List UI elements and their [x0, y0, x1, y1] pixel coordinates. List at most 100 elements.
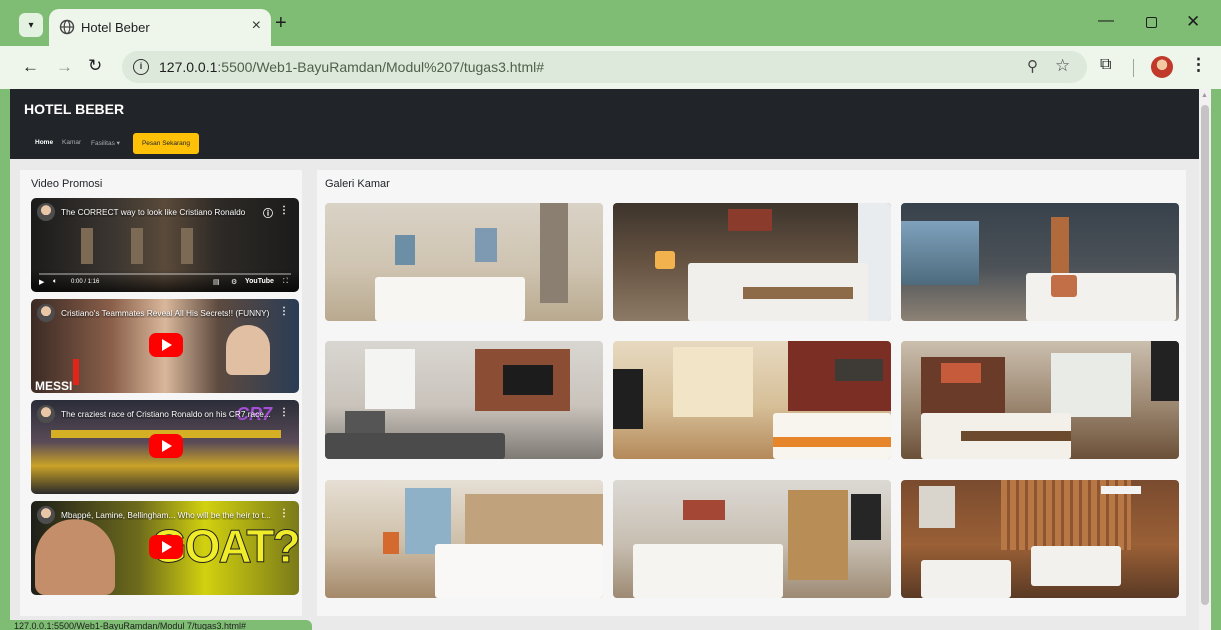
- browser-menu-icon[interactable]: ⋮: [1190, 55, 1207, 75]
- room-photo-6[interactable]: [901, 341, 1179, 459]
- thumbnail-overlay-text: MESSI: [35, 379, 73, 393]
- gallery-section-title: Galeri Kamar: [325, 178, 390, 190]
- video-more-icon[interactable]: ⋮: [279, 306, 289, 317]
- bed-runner-shape: [961, 431, 1071, 441]
- figure-shape: [81, 228, 93, 264]
- room-photo-8[interactable]: [613, 480, 891, 598]
- scroll-up-arrow-icon[interactable]: ▲: [1201, 92, 1208, 99]
- new-tab-icon[interactable]: +: [275, 12, 287, 35]
- page-viewport: HOTEL BEBER Home Kamar Fasilitas ▾ Pesan…: [10, 89, 1211, 630]
- player-controls: ▶ 🔈︎ 0:00 / 1:16 ▤ ⚙ YouTube ⛶: [31, 270, 299, 292]
- bookmark-star-icon[interactable]: ☆: [1055, 56, 1070, 76]
- video-title[interactable]: The craziest race of Cristiano Ronaldo o…: [61, 409, 275, 419]
- bed-shape: [633, 544, 783, 598]
- minimize-icon[interactable]: —: [1098, 12, 1114, 30]
- globe-icon: [59, 19, 75, 35]
- video-section-title: Video Promosi: [31, 178, 103, 190]
- window-close-icon[interactable]: ✕: [1186, 12, 1200, 32]
- volume-icon[interactable]: 🔈︎: [53, 278, 57, 286]
- pillow-shape: [1051, 275, 1077, 297]
- restore-icon[interactable]: [1146, 17, 1157, 28]
- ac-unit-shape: [1101, 486, 1141, 494]
- bed-shape: [921, 560, 1011, 598]
- red-arrow-shape: [73, 359, 79, 385]
- bed-shape: [435, 544, 603, 598]
- page-scrollbar[interactable]: ▲: [1199, 89, 1211, 630]
- active-tab[interactable]: Hotel Beber ×: [49, 9, 271, 46]
- order-now-button[interactable]: Pesan Sekarang: [133, 133, 199, 154]
- figure-shape: [181, 228, 193, 264]
- doorway-shape: [788, 490, 848, 580]
- room-photo-1[interactable]: [325, 203, 603, 321]
- artwork-shape: [835, 359, 883, 381]
- video-title[interactable]: The CORRECT way to look like Cristiano R…: [61, 207, 275, 217]
- lamp-shape: [655, 251, 675, 269]
- video-embed-2[interactable]: Cristiano's Teammates Reveal All His Sec…: [31, 299, 299, 393]
- window-shape: [673, 347, 753, 417]
- reload-icon[interactable]: ↻: [88, 56, 102, 76]
- room-photo-4[interactable]: [325, 341, 603, 459]
- video-time: 0:00 / 1:16: [71, 279, 100, 285]
- video-info-icon[interactable]: ⓘ: [263, 205, 273, 220]
- progress-track[interactable]: [39, 273, 291, 275]
- room-photo-2[interactable]: [613, 203, 891, 321]
- nav-link-home[interactable]: Home: [35, 139, 53, 146]
- extensions-icon[interactable]: ⧉: [1100, 56, 1111, 74]
- back-arrow-icon[interactable]: ←: [22, 57, 39, 77]
- artwork-shape: [919, 486, 955, 528]
- video-embed-3[interactable]: CR7 The craziest race of Cristiano Ronal…: [31, 400, 299, 494]
- video-embed-1[interactable]: The CORRECT way to look like Cristiano R…: [31, 198, 299, 292]
- youtube-play-button[interactable]: [149, 434, 183, 458]
- video-more-icon[interactable]: ⋮: [279, 407, 289, 418]
- tab-search-button[interactable]: ▾: [19, 13, 43, 37]
- bed-shape: [375, 277, 525, 321]
- video-more-icon[interactable]: ⋮: [279, 205, 289, 216]
- video-title[interactable]: Mbappé, Lamine, Bellingham... Who will b…: [61, 510, 275, 520]
- url-host: 127.0.0.1: [159, 59, 218, 75]
- bed-runner-shape: [773, 437, 891, 447]
- youtube-logo[interactable]: YouTube: [245, 278, 274, 285]
- artwork-shape: [728, 209, 772, 231]
- video-embed-4[interactable]: GOAT? Mbappé, Lamine, Bellingham... Who …: [31, 501, 299, 595]
- video-panel: Video Promosi The CORRECT way to look li…: [20, 170, 302, 616]
- settings-gear-icon[interactable]: ⚙: [231, 278, 237, 286]
- room-photo-5[interactable]: [613, 341, 891, 459]
- tv-shape: [851, 494, 881, 540]
- artwork-shape: [941, 363, 981, 383]
- channel-avatar[interactable]: [37, 203, 55, 221]
- room-photo-3[interactable]: [901, 203, 1179, 321]
- site-info-icon[interactable]: i: [133, 59, 149, 75]
- zoom-icon[interactable]: ⚲: [1027, 57, 1038, 75]
- url-text[interactable]: 127.0.0.1:5500/Web1-BayuRamdan/Modul%207…: [159, 59, 544, 75]
- face-shape: [35, 519, 115, 595]
- window-shape: [475, 228, 497, 262]
- tab-close-icon[interactable]: ×: [252, 17, 261, 35]
- profile-avatar[interactable]: [1151, 56, 1173, 78]
- room-photo-7[interactable]: [325, 480, 603, 598]
- nav-dropdown-fasilitas[interactable]: Fasilitas ▾: [91, 139, 120, 147]
- face-shape: [226, 325, 270, 375]
- channel-avatar[interactable]: [37, 405, 55, 423]
- bed-shape: [1026, 273, 1176, 321]
- forward-arrow-icon[interactable]: →: [56, 57, 73, 77]
- channel-avatar[interactable]: [37, 304, 55, 322]
- tv-shape: [503, 365, 553, 395]
- site-brand[interactable]: HOTEL BEBER: [24, 101, 124, 117]
- tv-shape: [1151, 341, 1179, 401]
- youtube-play-button[interactable]: [149, 333, 183, 357]
- bed-shape: [773, 413, 891, 459]
- video-title[interactable]: Cristiano's Teammates Reveal All His Sec…: [61, 308, 275, 318]
- video-more-icon[interactable]: ⋮: [279, 508, 289, 519]
- gallery-panel: Galeri Kamar: [317, 170, 1186, 616]
- captions-icon[interactable]: ▤: [213, 278, 220, 286]
- nav-link-kamar[interactable]: Kamar: [62, 139, 81, 146]
- bed-shape: [1031, 546, 1121, 586]
- channel-avatar[interactable]: [37, 506, 55, 524]
- fullscreen-icon[interactable]: ⛶: [283, 278, 288, 286]
- scroll-thumb[interactable]: [1201, 105, 1209, 605]
- play-icon[interactable]: ▶: [39, 278, 44, 286]
- wall-panel-shape: [1051, 217, 1069, 277]
- room-photo-9[interactable]: [901, 480, 1179, 598]
- address-bar[interactable]: i 127.0.0.1:5500/Web1-BayuRamdan/Modul%2…: [122, 51, 1087, 83]
- youtube-play-button[interactable]: [149, 535, 183, 559]
